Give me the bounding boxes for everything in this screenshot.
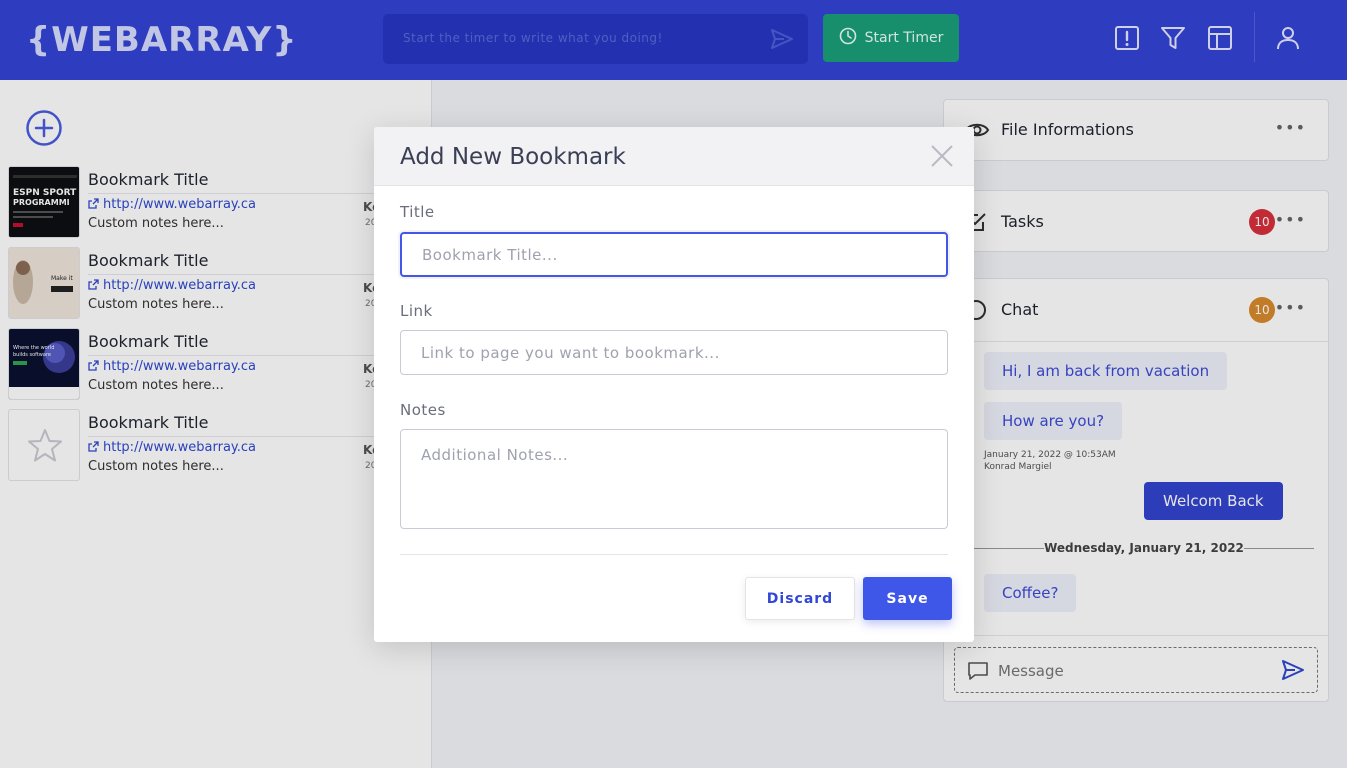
notes-textarea[interactable] xyxy=(400,429,948,529)
close-icon[interactable] xyxy=(930,144,954,168)
title-input[interactable] xyxy=(400,232,948,277)
divider xyxy=(400,554,948,555)
modal-header: Add New Bookmark xyxy=(374,127,974,186)
notes-label: Notes xyxy=(400,401,446,419)
title-label: Title xyxy=(400,203,435,221)
link-label: Link xyxy=(400,302,433,320)
discard-button[interactable]: Discard xyxy=(745,577,855,620)
modal-title: Add New Bookmark xyxy=(400,144,626,170)
add-bookmark-modal: Add New Bookmark Title Link Notes Discar… xyxy=(374,127,974,642)
save-button[interactable]: Save xyxy=(863,577,952,620)
link-input[interactable] xyxy=(400,330,948,375)
